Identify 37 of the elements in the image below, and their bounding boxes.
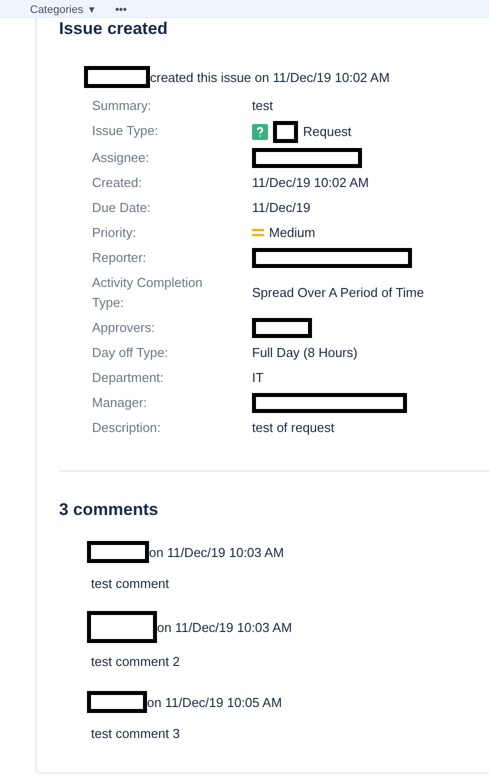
- categories-menu[interactable]: Categories: [30, 4, 84, 17]
- more-button[interactable]: •••: [115, 4, 127, 17]
- redaction-box: [273, 120, 298, 142]
- field-label: Summary:: [92, 96, 152, 115]
- field-value: test: [252, 96, 273, 114]
- comment-text: test comment 2: [91, 653, 181, 671]
- comment-meta: on 11/Dec/19 10:03 AM: [149, 544, 284, 560]
- caret-icon[interactable]: ▾: [89, 4, 96, 17]
- field-value: Spread Over A Period of Time: [252, 284, 424, 302]
- field-label: Description:: [92, 418, 162, 437]
- field-label: Reporter:: [92, 248, 148, 267]
- field-value: test of request: [252, 418, 334, 437]
- comment-text: test comment 3: [91, 725, 181, 743]
- field-label: Priority:: [92, 224, 138, 242]
- field-value: IT: [252, 368, 264, 386]
- field-label: Activity Completion Type:: [92, 274, 204, 312]
- field-value: 11/Dec/19 10:02 AM: [252, 174, 369, 192]
- comment-meta: on 11/Dec/19 10:03 AM: [157, 620, 292, 634]
- field-label: Issue Type:: [92, 122, 160, 140]
- field-value: Full Day (8 Hours): [252, 344, 358, 362]
- comment-meta: on 11/Dec/19 10:05 AM: [147, 694, 282, 710]
- field-label: Department:: [92, 368, 165, 387]
- field-value: Request: [303, 122, 352, 141]
- field-value: 11/Dec/19: [252, 198, 310, 216]
- field-label: Day off Type:: [92, 344, 170, 362]
- priority-icon: [252, 228, 264, 238]
- field-label: Approvers:: [92, 318, 156, 337]
- field-label: Manager:: [92, 394, 148, 412]
- comments-title: 3 comments: [59, 499, 160, 521]
- field-label: Due Date:: [92, 198, 152, 216]
- question-icon: [252, 124, 268, 140]
- field-value: Medium: [269, 224, 316, 242]
- field-label: Created:: [92, 174, 143, 192]
- section-title: Issue created: [59, 18, 169, 40]
- created-line: created this issue on 11/Dec/19 10:02 AM: [150, 70, 390, 84]
- comment-text: test comment: [91, 575, 170, 593]
- field-label: Assignee:: [92, 148, 150, 167]
